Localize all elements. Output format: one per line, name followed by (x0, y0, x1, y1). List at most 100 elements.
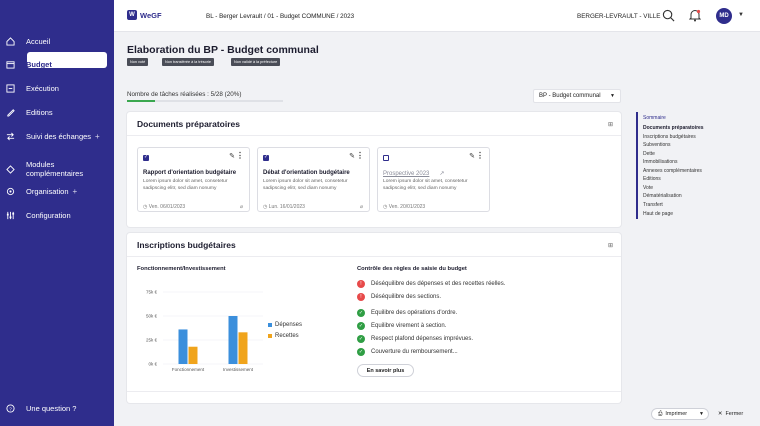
back-to-top-link[interactable]: Haut de page (643, 211, 673, 217)
organisation-icon (5, 186, 15, 196)
document-title: Débat d'orientation budgétaire (263, 170, 350, 176)
document-description: Lorem ipsum dolor sit amet, consetetur s… (383, 179, 468, 191)
y-tick-label: 75k € (146, 290, 158, 295)
sidebar-item-editions[interactable]: Editions (0, 107, 114, 117)
toc-item[interactable]: Dématérialisation (643, 193, 682, 199)
x-tick-label: Investissement (223, 367, 254, 372)
document-description: Lorem ipsum dolor sit amet, consetetur s… (143, 179, 228, 191)
toc-indicator (636, 112, 638, 219)
y-tick-label: 50k € (146, 314, 158, 319)
rule-item: ! Déséquilibre des sections. (357, 293, 441, 301)
document-card[interactable]: ✎ ⋮ Prospective 2023 ↗ Lorem ipsum dolor … (377, 147, 490, 212)
documents-title: Documents préparatoires (137, 119, 240, 129)
pencil-icon[interactable]: ✎ (469, 152, 475, 160)
sidebar-item-accueil[interactable]: Accueil (0, 36, 114, 46)
document-card[interactable]: ✎ ⋮ Débat d'orientation budgétaire Lorem… (257, 147, 370, 212)
print-button[interactable]: ⎙ Imprimer ▼ (651, 408, 709, 420)
legend-swatch (268, 334, 272, 338)
more-options-icon[interactable]: ⋮ (236, 151, 244, 160)
exchange-icon (5, 131, 15, 141)
legend-item: Recettes (268, 333, 299, 339)
toc-item[interactable]: Dette (643, 151, 655, 157)
toc-item[interactable]: Vote (643, 185, 653, 191)
execution-icon (5, 83, 15, 93)
attachment-icon[interactable]: ⌀ (360, 204, 363, 210)
help-link[interactable]: ? Une question ? (0, 403, 114, 413)
rule-item: ✓ Couverture du remboursement... (357, 348, 458, 356)
sidebar-item-modules[interactable]: Modules complémentaires (0, 160, 114, 179)
checkbox[interactable] (143, 154, 149, 161)
sidebar: Accueil Budget Exécution Editions Suivi … (0, 0, 114, 426)
rule-item: ✓ Respect plafond dépenses imprévues. (357, 335, 474, 343)
more-options-icon[interactable]: ⋮ (356, 151, 364, 160)
checkbox[interactable] (383, 155, 389, 161)
bar-dpenses-fonctionnement[interactable] (178, 329, 188, 364)
external-link-icon: ↗ (439, 171, 445, 177)
bar-dpenses-investissement[interactable] (228, 316, 238, 364)
budget-chart: 75k € 50k € 25k € 0k € Fonctionnement Investi… (146, 290, 263, 372)
legend-item: Dépenses (268, 322, 302, 328)
error-icon: ! (357, 280, 365, 288)
toc-item[interactable]: Documents préparatoires (643, 125, 704, 131)
document-description: Lorem ipsum dolor sit amet, consetetur s… (263, 179, 348, 191)
checkbox[interactable] (263, 154, 269, 161)
learn-more-button[interactable]: En savoir plus (357, 364, 414, 377)
logo-mark-icon: W (127, 10, 137, 20)
y-tick-label: 25k € (146, 338, 158, 343)
chevron-down-icon[interactable]: ▼ (699, 411, 704, 417)
x-tick-label: Fonctionnement (172, 367, 205, 372)
error-icon: ! (357, 293, 365, 301)
sliders-icon (5, 210, 15, 220)
document-date: ◷ Lun. 16/01/2023 (263, 204, 305, 210)
bar-recettes-fonctionnement[interactable] (188, 346, 198, 364)
top-bar: W WeGF BL - Berger Levrault / 01 - Budget… (114, 0, 760, 32)
expand-icon[interactable]: + (73, 187, 78, 196)
divider (127, 256, 621, 257)
pencil-icon (5, 107, 15, 117)
sidebar-item-execution[interactable]: Exécution (0, 83, 114, 93)
page-title: Elaboration du BP - Budget communal (127, 44, 319, 56)
attachment-icon[interactable]: ⌀ (240, 204, 243, 210)
divider (127, 135, 621, 136)
toc-item[interactable]: Editions (643, 176, 661, 182)
tasks-progress-bar (127, 100, 283, 102)
more-options-icon[interactable]: ⋮ (476, 151, 484, 160)
progress-fill (127, 100, 156, 102)
sidebar-item-configuration[interactable]: Configuration (0, 210, 114, 220)
document-date: ◷ Ven. 20/01/2023 (383, 204, 426, 210)
document-link[interactable]: Prospective 2023 ↗ (383, 170, 444, 177)
status-badge: Non transférée à la trésorie (162, 58, 215, 66)
inscriptions-title: Inscriptions budgétaires (137, 240, 236, 250)
close-button[interactable]: ✕ Fermer (712, 408, 749, 420)
collapse-icon[interactable]: ⊞ (608, 242, 613, 249)
divider (127, 391, 621, 392)
document-title: Rapport d'orientation budgétaire (143, 170, 237, 176)
home-icon (5, 36, 15, 46)
app-logo[interactable]: W WeGF (127, 10, 162, 20)
controls-heading: Contrôle des règles de saisie du budget (357, 266, 467, 272)
pencil-icon[interactable]: ✎ (229, 152, 235, 160)
sidebar-item-suivi-echanges[interactable]: Suivi des échanges + (0, 131, 114, 141)
collapse-icon[interactable]: ⊞ (608, 121, 613, 128)
bell-icon[interactable] (688, 9, 702, 27)
avatar[interactable]: MD (716, 8, 732, 24)
document-card[interactable]: ✎ ⋮ Rapport d'orientation budgétaire Lor… (137, 147, 250, 212)
toc-item[interactable]: Annexes complémentaires (643, 168, 702, 174)
rule-item: ✓ Equilibre virement à section. (357, 322, 447, 330)
toc-item[interactable]: Inscriptions budgétaires (643, 134, 696, 140)
budget-select[interactable]: BP - Budget communal ▼ (533, 89, 621, 103)
search-icon[interactable] (662, 9, 675, 27)
sidebar-item-organisation[interactable]: Organisation + (0, 186, 114, 196)
pencil-icon[interactable]: ✎ (349, 152, 355, 160)
toc-item[interactable]: Immobilisations (643, 159, 677, 165)
sidebar-item-budget[interactable]: Budget (0, 52, 114, 69)
toc-item[interactable]: Transfert (643, 202, 663, 208)
breadcrumb[interactable]: BL - Berger Levrault / 01 - Budget COMMU… (206, 13, 354, 20)
bar-recettes-investissement[interactable] (238, 332, 248, 364)
chevron-down-icon[interactable]: ▼ (738, 12, 744, 18)
chart-heading: Fonctionnement/Investissement (137, 266, 226, 272)
status-badge: Non voté (127, 58, 149, 66)
expand-icon[interactable]: + (95, 132, 100, 141)
modules-icon (5, 164, 15, 174)
toc-item[interactable]: Subventions (643, 142, 671, 148)
